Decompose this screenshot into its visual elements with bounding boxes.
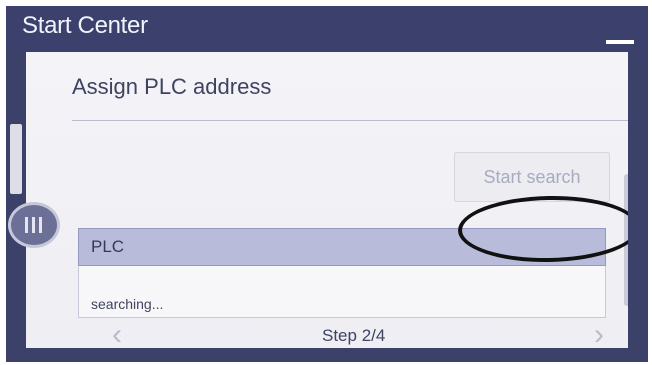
- window-title: Start Center: [22, 12, 148, 39]
- menu-handle-icon[interactable]: [8, 202, 60, 248]
- previous-step-button[interactable]: ‹: [112, 320, 122, 350]
- right-side-strip: [628, 52, 648, 362]
- plc-table-body: searching...: [78, 266, 606, 318]
- title-bar: Start Center: [6, 6, 648, 52]
- plc-table-header: PLC: [78, 228, 606, 266]
- start-search-button[interactable]: Start search: [454, 152, 610, 202]
- hmi-screen: Start Center Assign PLC address Start se…: [6, 6, 648, 362]
- menu-handle-line: [25, 217, 28, 233]
- side-tab[interactable]: [10, 124, 22, 194]
- page-title: Assign PLC address: [72, 74, 272, 99]
- minimize-button[interactable]: [596, 6, 648, 52]
- next-step-button[interactable]: ›: [594, 320, 604, 350]
- minimize-icon: [606, 40, 634, 44]
- menu-handle-line: [39, 217, 42, 233]
- title-divider: [72, 120, 628, 121]
- step-indicator: Step 2/4: [322, 326, 386, 345]
- wizard-panel: Assign PLC address Start search PLC sear…: [26, 52, 641, 350]
- bottom-strip: [26, 348, 628, 362]
- menu-handle-line: [32, 217, 35, 233]
- search-status: searching...: [91, 296, 164, 312]
